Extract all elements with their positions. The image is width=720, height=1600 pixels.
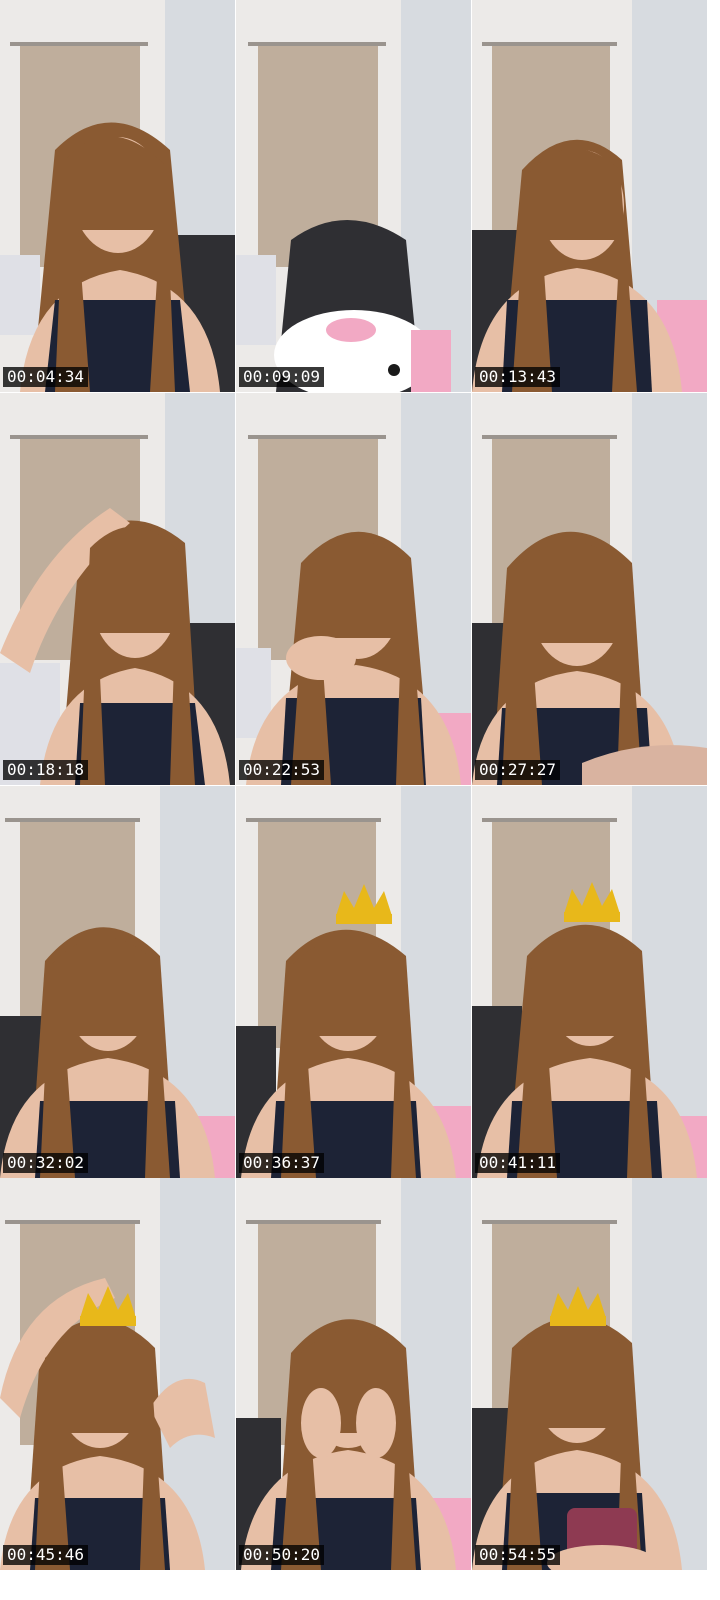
- frame-image: [236, 393, 471, 785]
- timestamp: 00:50:20: [239, 1545, 325, 1565]
- frame-image: [0, 1178, 235, 1570]
- timestamp: 00:54:55: [475, 1545, 561, 1565]
- video-frame: 00:36:37: [236, 786, 471, 1178]
- timestamp: 00:04:34: [3, 367, 89, 387]
- timestamp: 00:22:53: [239, 760, 325, 780]
- video-frame: 00:09:09: [236, 0, 471, 392]
- video-frame: 00:50:20: [236, 1178, 471, 1570]
- video-frame: 00:18:18: [0, 393, 235, 785]
- video-frame: 00:22:53: [236, 393, 471, 785]
- video-frame: 00:13:43: [472, 0, 707, 392]
- frame-image: [236, 0, 471, 392]
- timestamp: 00:13:43: [475, 367, 561, 387]
- frame-image: [472, 1178, 707, 1570]
- video-frame: 00:41:11: [472, 786, 707, 1178]
- frame-image: [472, 786, 707, 1178]
- frame-image: [0, 786, 235, 1178]
- timestamp: 00:41:11: [475, 1153, 561, 1173]
- frame-image: [0, 0, 235, 392]
- frame-image: [236, 1178, 471, 1570]
- timestamp: 00:32:02: [3, 1153, 89, 1173]
- frame-image: [472, 0, 707, 392]
- timestamp: 00:36:37: [239, 1153, 325, 1173]
- video-frame: 00:45:46: [0, 1178, 235, 1570]
- timestamp: 00:18:18: [3, 760, 89, 780]
- timestamp: 00:45:46: [3, 1545, 89, 1565]
- video-frame: 00:04:34: [0, 0, 235, 392]
- frame-image: [0, 393, 235, 785]
- timestamp: 00:27:27: [475, 760, 561, 780]
- video-frame: 00:27:27: [472, 393, 707, 785]
- timestamp: 00:09:09: [239, 367, 325, 387]
- frame-image: [236, 786, 471, 1178]
- video-frame: 00:54:55: [472, 1178, 707, 1570]
- video-frame: 00:32:02: [0, 786, 235, 1178]
- thumbnail-grid: 00:04:34 00:09:09 00:13:43 00:18:18 00:2…: [0, 0, 720, 1600]
- frame-image: [472, 393, 707, 785]
